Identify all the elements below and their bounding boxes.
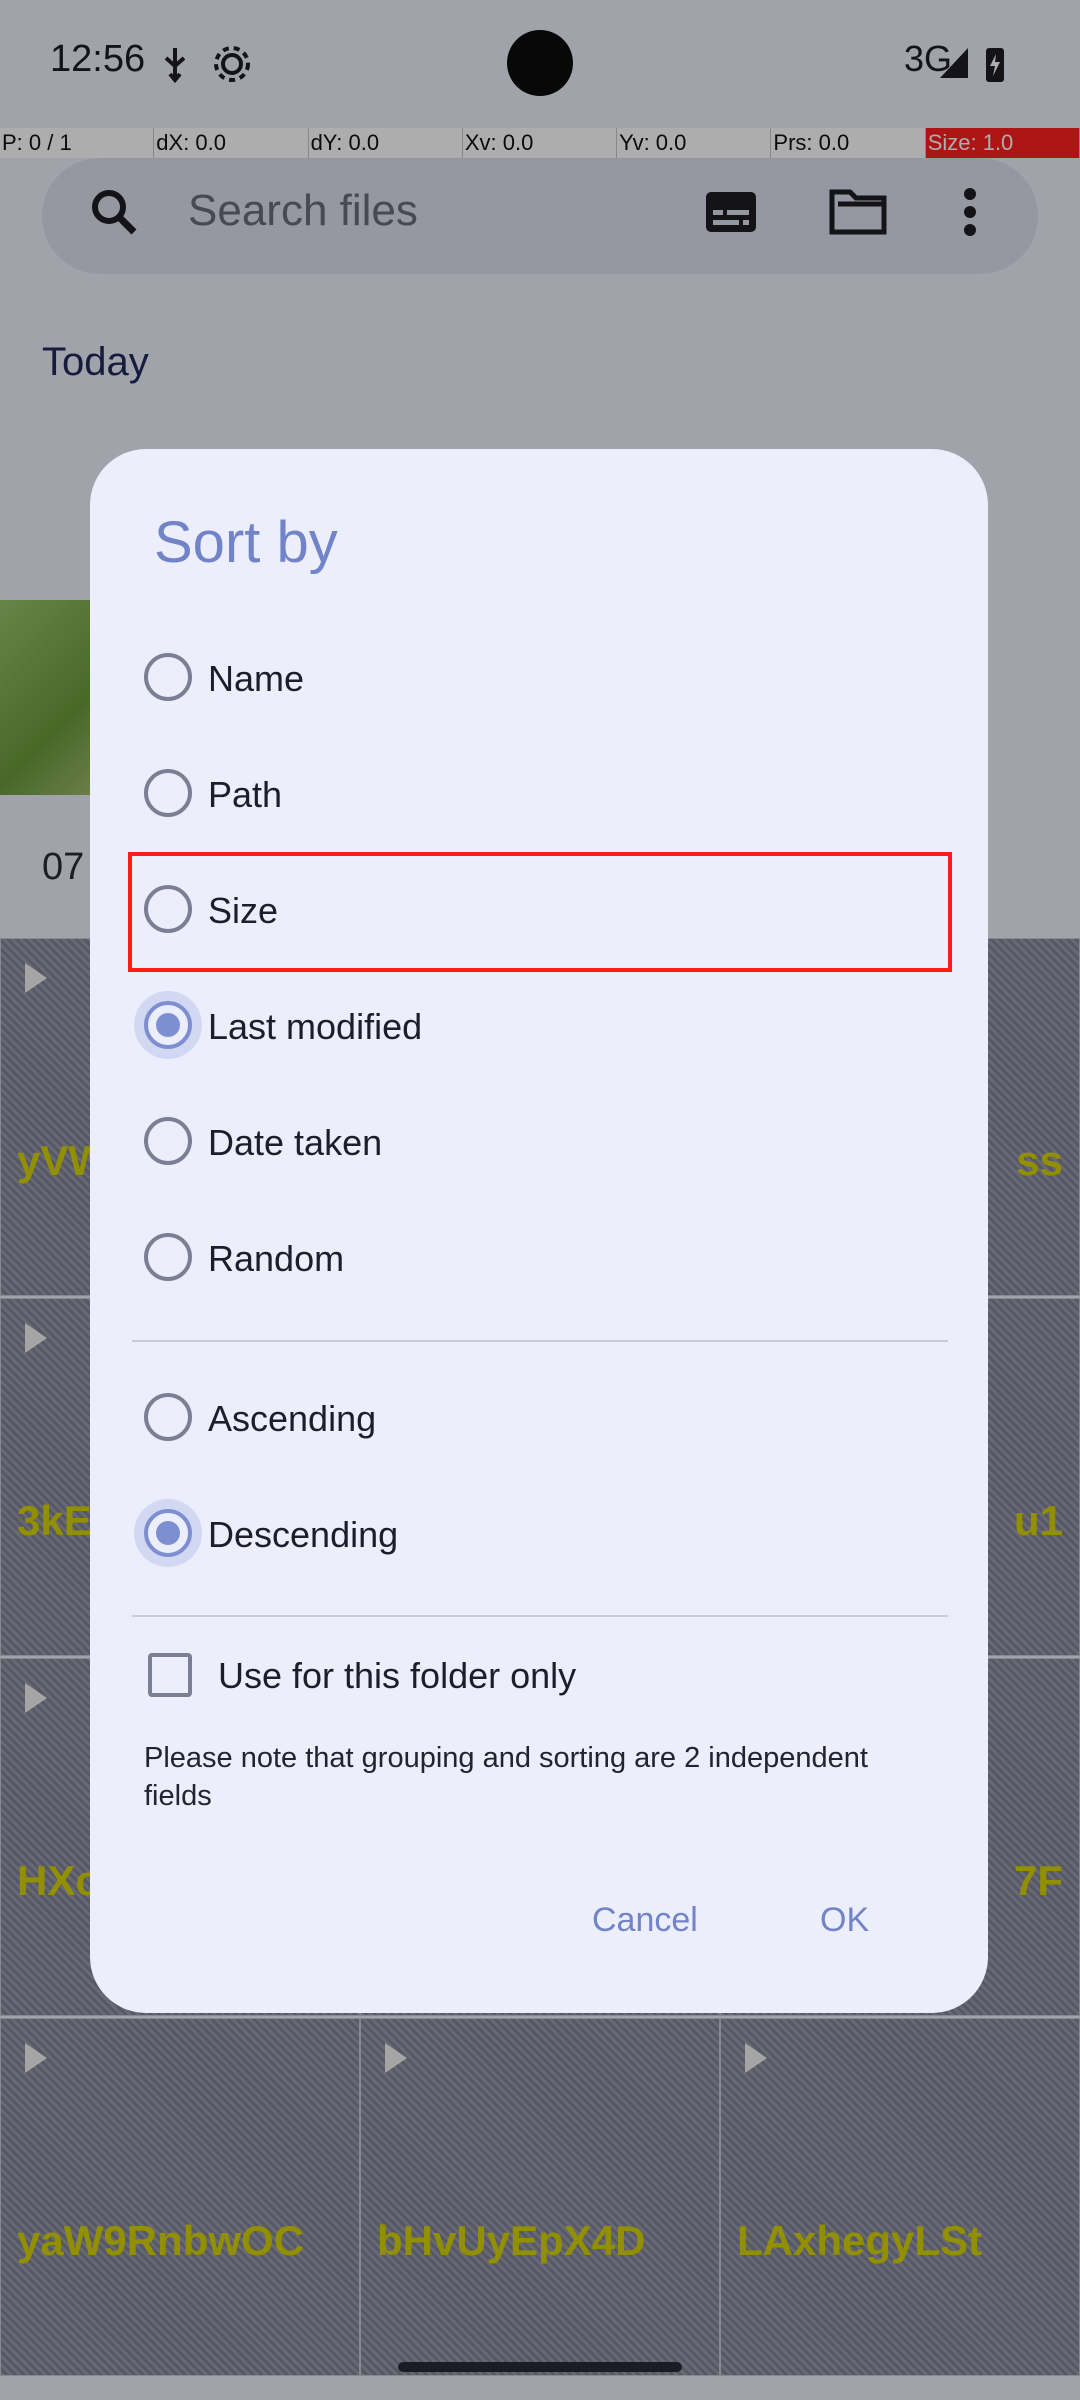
sort-option-size[interactable]: Size [128,852,952,972]
radio-button[interactable] [144,885,192,933]
ok-button[interactable]: OK [804,1893,885,1948]
divider [132,1615,948,1617]
cancel-button[interactable]: Cancel [576,1893,714,1948]
folder-only-label[interactable]: Use for this folder only [218,1655,576,1697]
sort-option-path[interactable]: Path [132,740,948,852]
radio-button[interactable] [144,1233,192,1281]
sort-option-name[interactable]: Name [132,624,948,736]
radio-button[interactable] [144,653,192,701]
radio-button[interactable] [144,1117,192,1165]
option-label: Path [208,774,283,815]
option-label: Size [208,890,279,931]
order-option-ascending[interactable]: Ascending [132,1364,948,1476]
option-label: Name [208,658,305,699]
option-label: Descending [208,1514,399,1555]
gesture-nav-handle[interactable] [398,2362,682,2372]
sorting-note: Please note that grouping and sorting ar… [144,1742,868,1812]
option-label: Last modified [208,1006,423,1047]
radio-button[interactable] [144,1393,192,1441]
order-option-descending[interactable]: Descending [132,1480,948,1592]
sort-option-date-taken[interactable]: Date taken [132,1088,948,1200]
folder-only-checkbox[interactable] [148,1653,192,1697]
radio-button-selected[interactable] [144,1509,192,1557]
sort-option-random[interactable]: Random [132,1204,948,1316]
dialog-title: Sort by [154,510,338,575]
radio-button[interactable] [144,769,192,817]
sort-option-last-modified[interactable]: Last modified [132,972,948,1084]
option-label: Ascending [208,1398,377,1439]
radio-button-selected[interactable] [144,1001,192,1049]
option-label: Random [208,1238,345,1279]
sort-by-dialog: Sort by Name Path Size Last modified Dat… [90,449,988,2013]
option-label: Date taken [208,1122,383,1163]
divider [132,1340,948,1342]
